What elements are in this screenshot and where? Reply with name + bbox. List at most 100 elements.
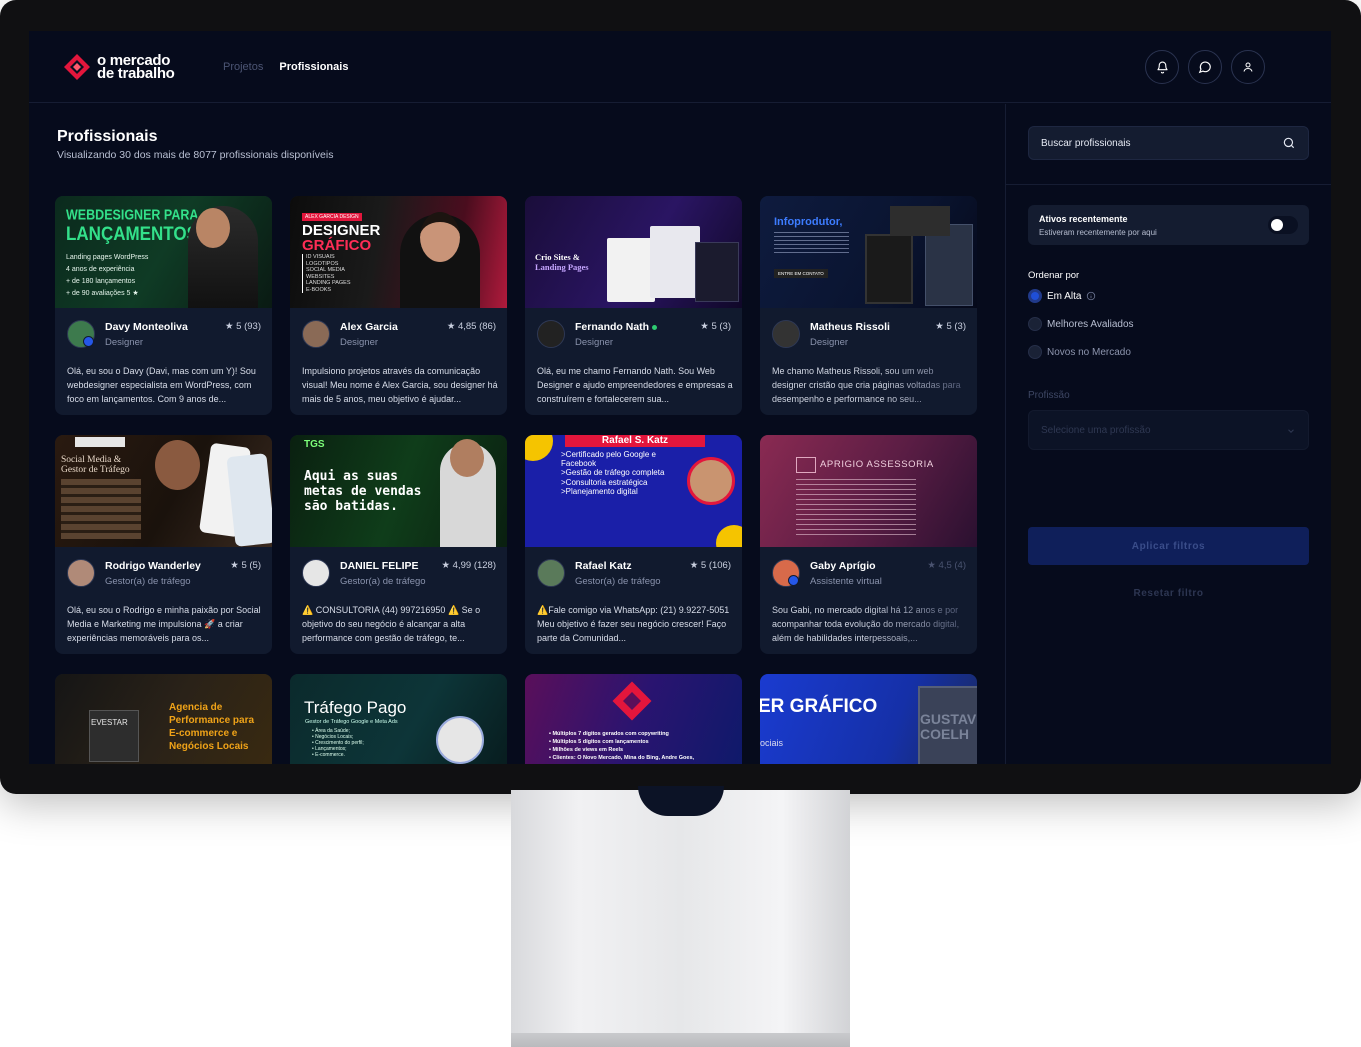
professional-name[interactable]: Rafael Katz [575,560,632,572]
professional-rating: ★ 5 (3) [935,321,966,332]
main-content: Profissionais Visualizando 30 dos mais d… [29,104,1005,764]
professional-role: Assistente virtual [810,576,882,587]
professional-rating: ★ 4,5 (4) [927,560,966,571]
search-input[interactable]: Buscar profissionais [1041,138,1130,149]
card-cover: Rafael S. Katz >Certificado pelo Google … [525,435,742,547]
nav-item-profissionais[interactable]: Profissionais [279,61,348,73]
search-icon[interactable] [1282,136,1296,150]
card-cover: TGS Aqui as suas metas de vendas são bat… [290,435,507,547]
logo-icon [64,54,90,80]
card-cover: APRIGIO ASSESSORIA [760,435,977,547]
card-cover: • Múltiplos 7 dígitos gerados com copywr… [525,674,742,764]
cover-line: Social Media & [61,455,122,465]
cover-line: >Certificado pelo Google e [561,450,656,459]
card-cover: Crio Sites & Landing Pages [525,196,742,308]
cover-face [450,439,484,477]
professional-name[interactable]: Matheus Rissoli [810,321,890,333]
professional-card[interactable]: Tráfego Pago Gestor de Tráfego Google e … [290,674,507,764]
professional-name[interactable]: Rodrigo Wanderley [105,560,201,572]
professional-card[interactable]: Crio Sites & Landing Pages Fernando Nath… [525,196,742,415]
cover-line: são batidas. [304,499,398,514]
professional-description: Olá, eu sou o Davy (Davi, mas com um Y)!… [67,366,256,404]
cover-line: COELH [920,726,969,742]
cover-line: • Clientes: O Novo Mercado, Mina do Bing… [549,755,695,761]
professional-name[interactable]: Gaby Aprígio [810,560,876,572]
professional-name[interactable]: Davy Monteoliva [105,321,188,333]
card-cover: ER GRÁFICO ociais GUSTAV COELH [760,674,977,764]
profession-select[interactable]: Selecione uma profissão [1028,410,1309,450]
professional-role: Gestor(a) de tráfego [340,576,426,587]
professional-card[interactable]: Social Media & Gestor de Tráfego Rodrigo… [55,435,272,654]
cover-text-block [774,232,849,254]
professional-rating: ★ 5 (5) [230,560,261,571]
order-option-em-alta[interactable]: Em Alta [1028,288,1228,304]
notifications-button[interactable] [1145,50,1179,84]
cover-mockup [695,242,739,302]
chat-icon [1198,61,1211,74]
professional-name[interactable]: DANIEL FELIPE [340,560,419,572]
order-option-novos[interactable]: Novos no Mercado [1028,344,1228,360]
professional-card[interactable]: Infoprodutor, ENTRE EM CONTATO Matheus R… [760,196,977,415]
cover-title: Tráfego Pago [304,698,407,717]
messages-button[interactable] [1188,50,1222,84]
info-icon[interactable] [1086,291,1096,301]
verified-icon [788,575,799,586]
cover-text: Aqui as suas metas de vendas são batidas… [304,469,421,514]
card-cover: Tráfego Pago Gestor de Tráfego Google e … [290,674,507,764]
professional-card[interactable]: TGS Aqui as suas metas de vendas são bat… [290,435,507,654]
profile-button[interactable] [1231,50,1265,84]
page-title: Profissionais [57,128,158,145]
avatar [67,559,95,587]
cover-face [420,212,460,262]
recently-active-toggle[interactable] [1268,216,1298,234]
cover-line: Performance para [169,715,255,726]
cover-line: LANDING PAGES [306,280,351,286]
cover-subtitle: ociais [760,738,784,748]
card-info: Davy Monteoliva Designer ★ 5 (93) Olá, e… [55,308,272,415]
cover-line: >Gestão de tráfego completa [561,468,665,478]
professional-name[interactable]: Alex Garcia [340,321,398,333]
professional-card[interactable]: EVESTAR Agencia de Performance para E-co… [55,674,272,764]
apply-filters-button[interactable]: Aplicar filtros [1028,527,1309,565]
professional-card[interactable]: • Múltiplos 7 dígitos gerados com copywr… [525,674,742,764]
top-navigation-bar: o mercado de trabalho Projetos Profissio… [29,31,1331,103]
reset-filter-button[interactable]: Resetar filtro [1028,588,1309,599]
nav-item-projetos[interactable]: Projetos [223,61,263,73]
cover-text: >Certificado pelo Google e Facebook >Ges… [561,450,664,496]
cover-line: Gestor de Tráfego [61,465,130,475]
professional-description: ⚠️ CONSULTORIA (44) 997216950 ⚠️ Se o ob… [302,605,481,643]
professional-card[interactable]: APRIGIO ASSESSORIA Gaby Aprígio Assisten… [760,435,977,654]
professional-description: ⚠️Fale comigo via WhatsApp: (21) 9.9227-… [537,605,730,643]
recently-active-filter: Ativos recentemente Estiveram recentemen… [1028,205,1309,245]
monitor-stand [511,790,850,1047]
avatar [302,320,330,348]
order-option-melhores-avaliados[interactable]: Melhores Avaliados [1028,316,1228,332]
profession-select-placeholder: Selecione uma profissão [1041,425,1151,436]
professional-card[interactable]: Rafael S. Katz >Certificado pelo Google … [525,435,742,654]
card-info: Matheus Rissoli Designer ★ 5 (3) Me cham… [760,308,977,415]
card-info: Fernando Nath Designer ★ 5 (3) Olá, eu m… [525,308,742,415]
professional-card[interactable]: ALEX GARCIA DESIGN DESIGNER GRÁFICO ID V… [290,196,507,415]
cover-title: Rafael S. Katz [565,435,705,447]
card-cover: Infoprodutor, ENTRE EM CONTATO [760,196,977,308]
professional-card[interactable]: WEBDESIGNER PARA LANÇAMENTOS Landing pag… [55,196,272,415]
professional-name[interactable]: Fernando Nath [575,321,658,333]
cover-line: Facebook [561,459,597,469]
cover-tv-text: GUSTAV COELH [920,712,976,742]
professional-card[interactable]: ER GRÁFICO ociais GUSTAV COELH [760,674,977,764]
bell-icon [1156,61,1168,73]
cover-line: • Múltiplos 5 dígitos com lançamentos [549,739,649,745]
cover-line: metas de vendas [304,484,422,499]
brand-logo[interactable]: o mercado de trabalho [63,53,175,81]
radio-selected-icon [1028,289,1042,303]
cover-mockup [607,238,655,302]
search-box[interactable]: Buscar profissionais [1028,126,1309,160]
card-info: DANIEL FELIPE Gestor(a) de tráfego ★ 4,9… [290,547,507,654]
card-info: Alex Garcia Designer ★ 4,85 (86) Impulsi… [290,308,507,415]
order-option-label: Em Alta [1047,290,1082,302]
professional-rating: ★ 5 (93) [225,321,261,332]
cover-line: >Consultoria estratégica [561,477,648,487]
cover-logo-icon [796,457,816,473]
description-text: Sou Gabi, no mercado digital há 12 anos … [772,605,960,643]
cover-line: Landing pages WordPress [66,254,149,261]
